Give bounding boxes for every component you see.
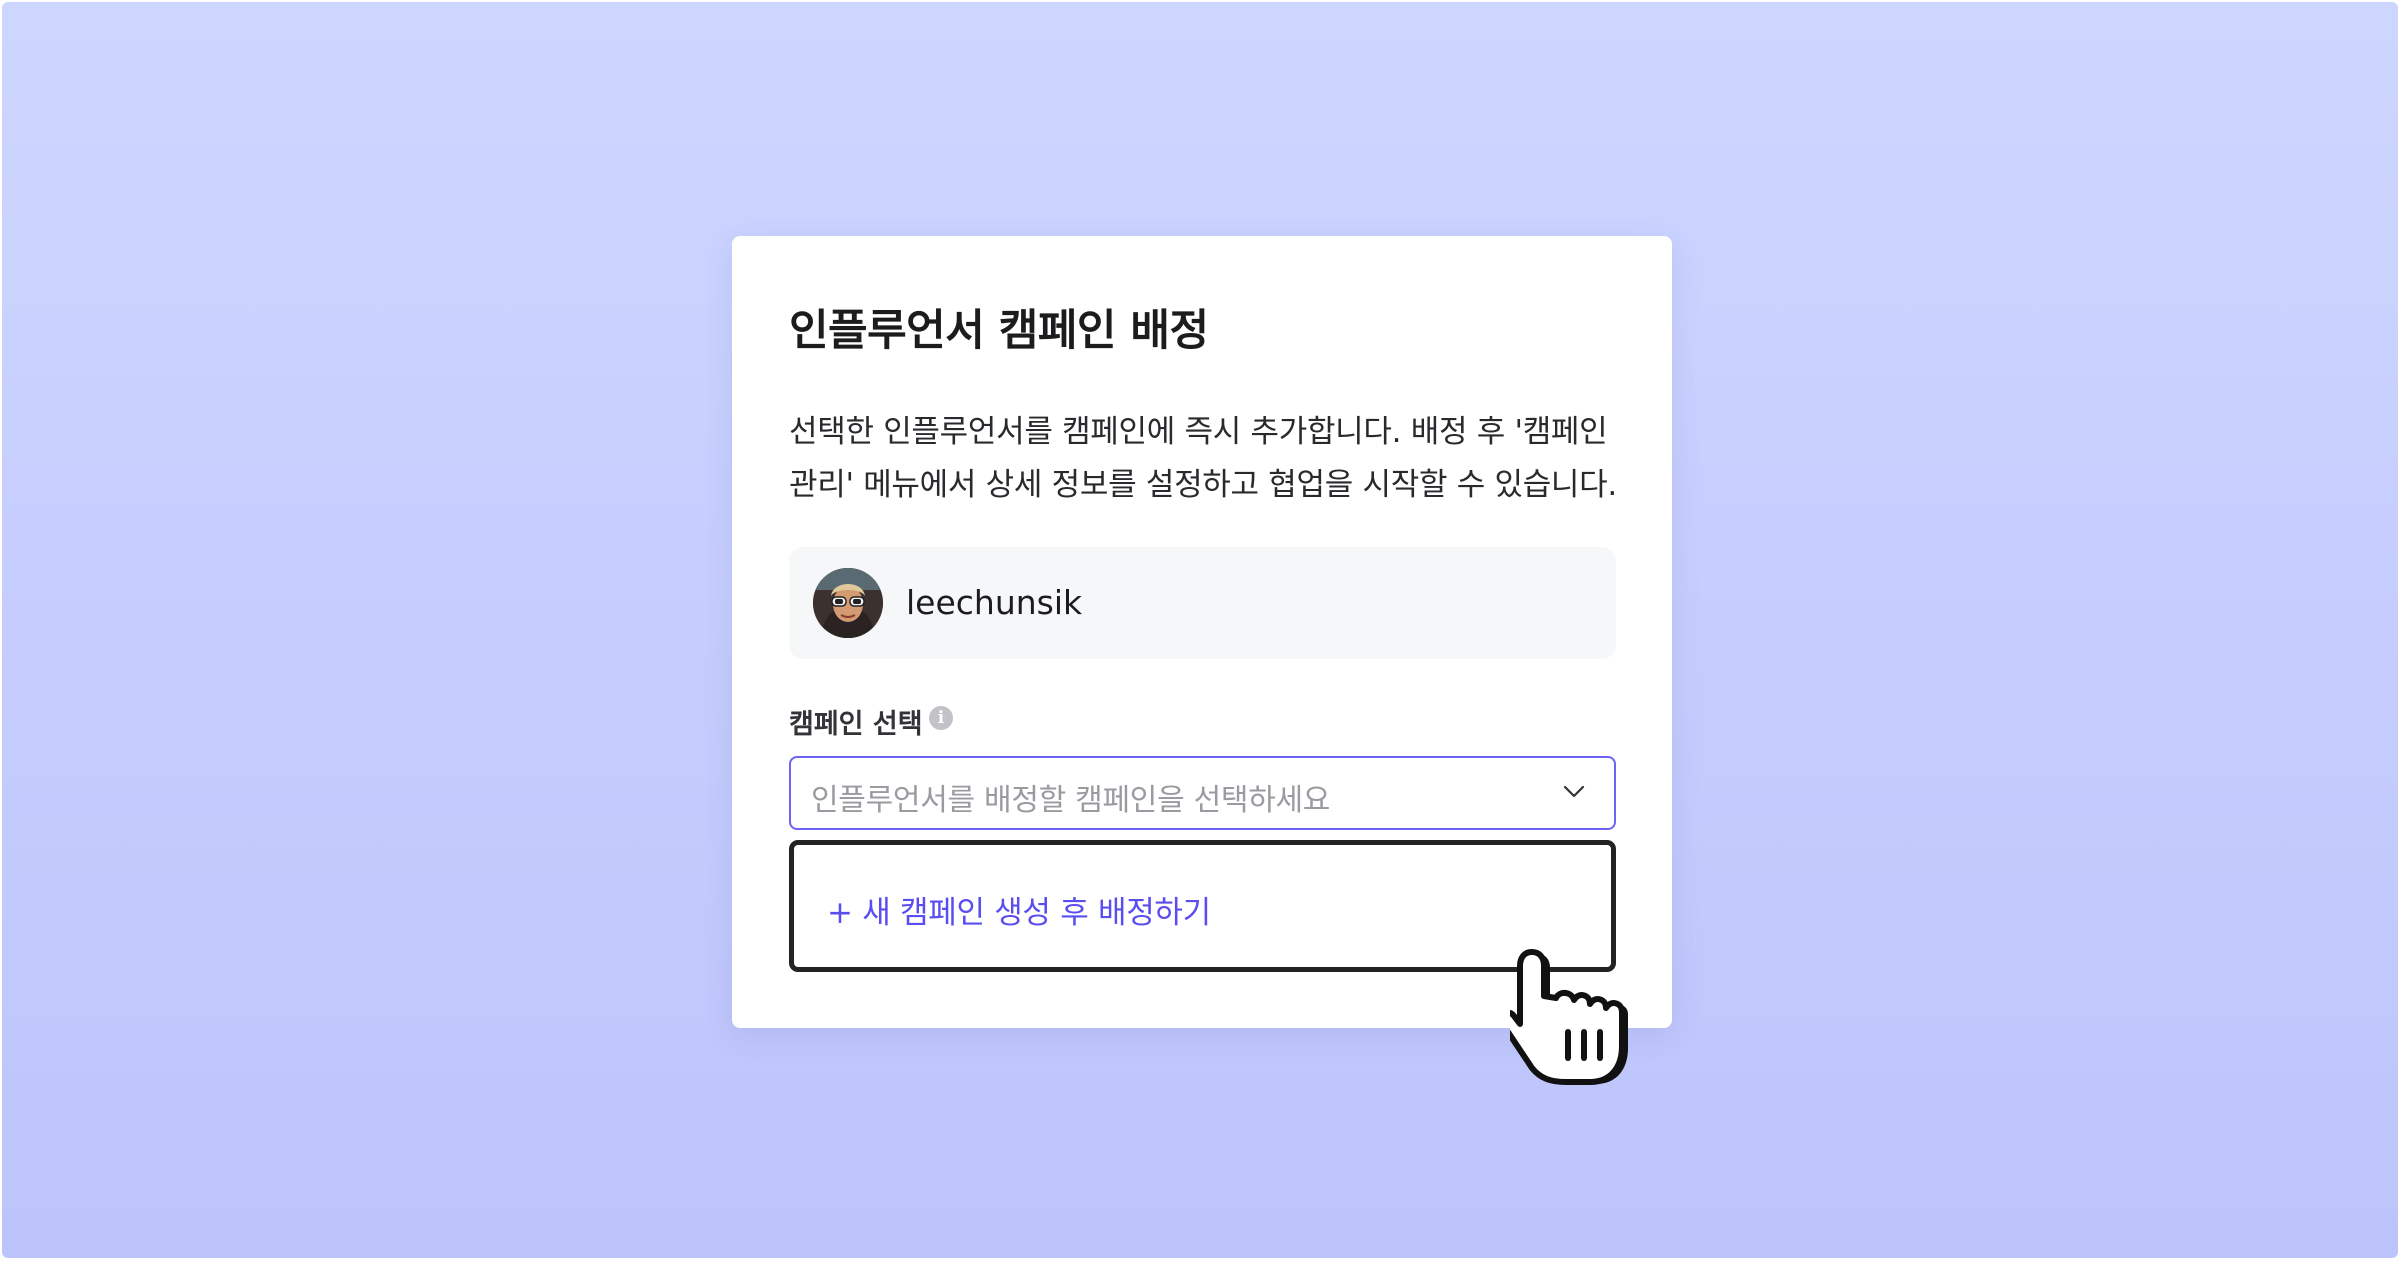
campaign-select[interactable]: 인플루언서를 배정할 캠페인을 선택하세요 (789, 756, 1616, 830)
create-new-campaign-option[interactable]: + 새 캠페인 생성 후 배정하기 (827, 887, 1211, 932)
chevron-down-icon (1563, 785, 1585, 798)
campaign-dropdown-menu: + 새 캠페인 생성 후 배정하기 (789, 840, 1616, 972)
info-icon[interactable]: i (929, 706, 953, 730)
assign-campaign-modal: 인플루언서 캠페인 배정 선택한 인플루언서를 캠페인에 즉시 추가합니다. 배… (732, 236, 1672, 1028)
influencer-username: leechunsik (906, 583, 1083, 622)
campaign-select-placeholder: 인플루언서를 배정할 캠페인을 선택하세요 (811, 783, 1331, 818)
campaign-select-label: 캠페인 선택 (789, 709, 923, 740)
selected-influencer-card: leechunsik (789, 547, 1616, 659)
modal-title: 인플루언서 캠페인 배정 (789, 306, 1209, 356)
avatar-image (813, 568, 883, 638)
hand-pointer-cursor-icon (1510, 949, 1628, 1085)
avatar (813, 568, 883, 638)
modal-description: 선택한 인플루언서를 캠페인에 즉시 추가합니다. 배정 후 '캠페인 관리' … (789, 414, 1617, 503)
page-background: 인플루언서 캠페인 배정 선택한 인플루언서를 캠페인에 즉시 추가합니다. 배… (2, 2, 2398, 1258)
